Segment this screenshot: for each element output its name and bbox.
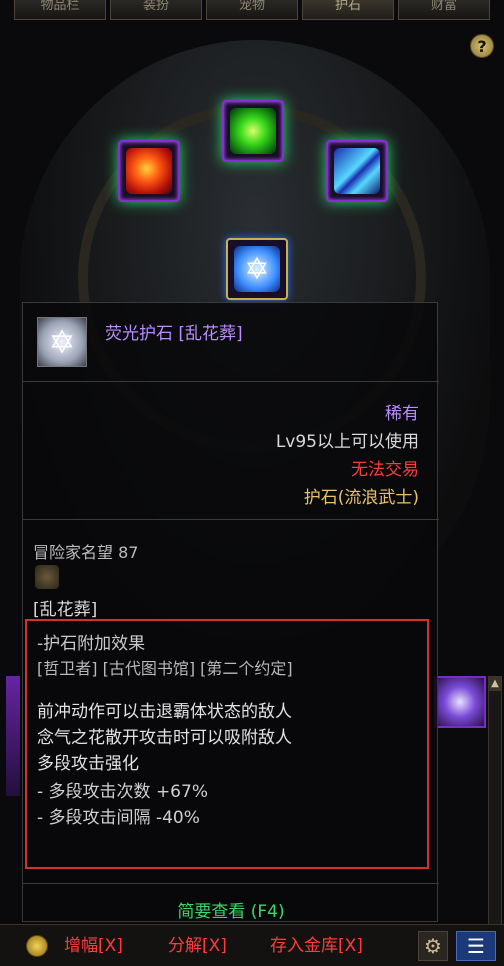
gem-green-icon [230,108,276,154]
highlighted-effects-box: -护石附加效果 [哲卫者] [古代图书馆] [第二个约定] 前冲动作可以击退霸体… [25,619,429,869]
divider [23,519,439,520]
help-button[interactable]: ? [470,34,494,58]
left-item-strip [6,676,20,796]
effect-line: 前冲动作可以击退霸体状态的敌人 [37,702,292,722]
rune-slot-red[interactable] [118,140,180,202]
boost-button[interactable]: 增幅[X] [64,931,123,956]
tab-pet[interactable]: 宠物 [206,0,298,20]
talisman-star-icon: ✡ [234,246,280,292]
effect-sources: [哲卫者] [古代图书馆] [第二个约定] [37,659,293,678]
talisman-slot[interactable]: ✡ [226,238,288,300]
store-vault-button[interactable]: 存入金库[X] [270,931,363,956]
gem-red-icon [126,148,172,194]
divider [23,381,439,382]
trade-status: 无法交易 [351,460,419,480]
gold-coin-icon [26,935,48,957]
effect-header: -护石附加效果 [37,634,146,654]
scroll-up-icon[interactable]: ▲ [489,677,501,691]
fame-value: 87 [118,543,139,562]
set-icon [35,565,59,589]
tab-avatar[interactable]: 装扮 [110,0,202,20]
effect-line: 念气之花散开攻击时可以吸附敌人 [37,728,292,748]
tab-talisman[interactable]: 护石 [302,0,394,20]
adventurer-fame: 冒险家名望 87 [33,539,138,563]
talisman-item-icon: ✡ [37,317,87,367]
rune-slot-green[interactable] [222,100,284,162]
gem-blue-icon [334,148,380,194]
bottom-bar: 增幅[X] 分解[X] 存入金库[X] ⚙ ☰ [0,924,504,966]
gear-icon[interactable]: ⚙ [418,931,448,961]
fame-label: 冒险家名望 [33,543,114,562]
scrollbar[interactable]: ▲ [488,676,502,926]
item-type: 护石(流浪武士) [303,488,419,508]
effect-line: 多段攻击强化 [37,754,139,774]
item-title: 荧光护石 [乱花葬] [105,324,243,344]
brief-view-link[interactable]: 简要查看 (F4) [23,897,439,922]
menu-list-icon[interactable]: ☰ [456,931,496,961]
disassemble-button[interactable]: 分解[X] [168,931,227,956]
level-requirement: Lv95以上可以使用 [275,432,419,452]
tab-inventory[interactable]: 物品栏 [14,0,106,20]
divider [23,883,439,884]
effect-line: - 多段攻击次数 +67% [37,782,208,802]
tab-bar: 物品栏 装扮 宠物 护石 财富 [0,0,504,22]
set-name: [乱花葬] [33,600,98,620]
item-rarity: 稀有 [385,404,419,424]
rune-slot-blue[interactable] [326,140,388,202]
effect-line: - 多段攻击间隔 -40% [37,808,200,828]
tab-wealth[interactable]: 财富 [398,0,490,20]
skill-rune-icon[interactable] [434,676,486,728]
item-tooltip: ✡ 荧光护石 [乱花葬] 稀有 Lv95以上可以使用 无法交易 护石(流浪武士)… [22,302,439,922]
